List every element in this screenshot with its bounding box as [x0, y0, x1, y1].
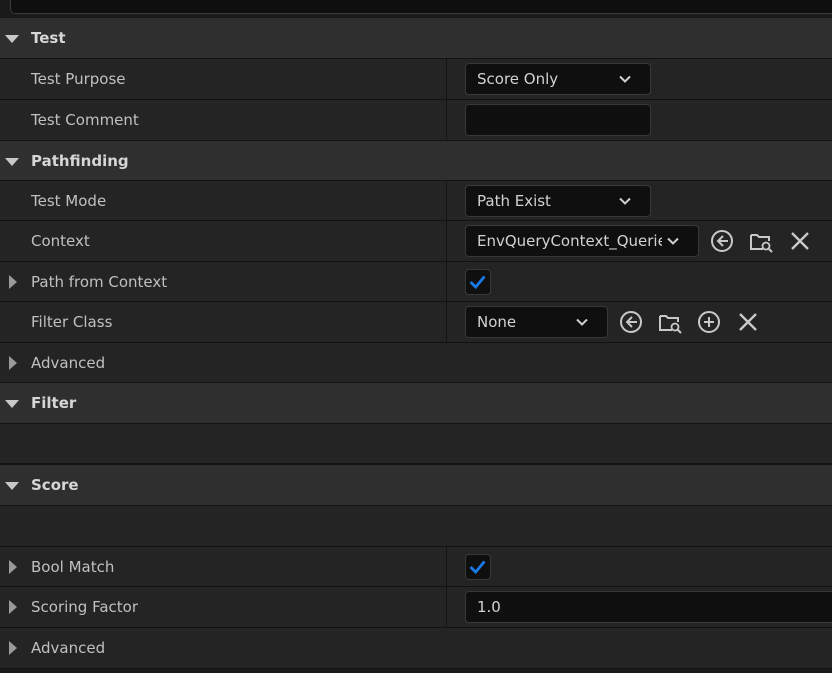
context-class-picker[interactable]: EnvQueryContext_Querier	[465, 225, 699, 257]
browse-button[interactable]	[657, 309, 683, 335]
expand-arrow-icon[interactable]	[5, 482, 19, 490]
property-label: Test Mode	[31, 191, 107, 210]
details-panel: Test Test Purpose Score Only Test Commen…	[0, 0, 832, 673]
dropdown-value: EnvQueryContext_Querier	[477, 232, 662, 250]
property-row-path-from-context: Path from Context	[0, 262, 832, 302]
clear-button[interactable]	[787, 228, 813, 254]
column-splitter[interactable]	[446, 181, 447, 220]
expand-arrow-icon[interactable]	[5, 35, 19, 43]
use-selected-button[interactable]	[618, 309, 644, 335]
category-filter[interactable]: Filter	[0, 383, 832, 424]
property-row-filter-class: Filter Class None	[0, 302, 832, 343]
expand-arrow-icon[interactable]	[9, 355, 17, 370]
browse-button[interactable]	[748, 228, 774, 254]
chevron-down-icon	[667, 237, 679, 245]
property-row-advanced[interactable]: Advanced	[0, 628, 832, 669]
plus-circle-icon	[698, 311, 720, 333]
search-input[interactable]	[10, 0, 832, 14]
category-label: Filter	[31, 394, 77, 412]
expand-arrow-icon[interactable]	[9, 274, 17, 289]
folder-search-icon	[750, 234, 773, 253]
expand-arrow-icon[interactable]	[5, 400, 19, 408]
test-purpose-dropdown[interactable]: Score Only	[465, 63, 651, 95]
category-test[interactable]: Test	[0, 18, 832, 59]
expand-arrow-icon[interactable]	[5, 157, 19, 166]
property-label: Scoring Factor	[31, 598, 138, 616]
property-row-context: Context EnvQueryContext_Querier	[0, 221, 832, 262]
checkmark-icon	[469, 560, 486, 574]
filter-class-picker[interactable]: None	[465, 306, 608, 338]
property-row-bool-match: Bool Match	[0, 547, 832, 587]
property-label: Test Purpose	[31, 70, 126, 88]
property-label: Bool Match	[31, 557, 115, 576]
chevron-down-icon	[619, 197, 631, 205]
property-row-advanced[interactable]: Advanced	[0, 343, 832, 383]
add-button[interactable]	[696, 309, 722, 335]
dropdown-value: Path Exist	[477, 191, 551, 210]
property-label: Path from Context	[31, 272, 168, 291]
filter-empty-row	[0, 424, 832, 465]
property-row-test-mode: Test Mode Path Exist	[0, 181, 832, 221]
expand-arrow-icon[interactable]	[9, 559, 17, 574]
category-score[interactable]: Score	[0, 465, 832, 506]
property-label: Advanced	[31, 639, 106, 657]
test-mode-dropdown[interactable]: Path Exist	[465, 184, 651, 217]
property-row-test-comment: Test Comment	[0, 100, 832, 141]
property-label: Advanced	[31, 353, 106, 372]
use-selected-button[interactable]	[709, 228, 735, 254]
column-splitter[interactable]	[446, 587, 447, 627]
dropdown-value: None	[477, 313, 517, 331]
test-comment-input[interactable]	[465, 104, 651, 136]
dropdown-value: Score Only	[477, 70, 559, 88]
search-bar-area	[0, 0, 832, 18]
property-row-scoring-factor: Scoring Factor 1.0	[0, 587, 832, 628]
column-splitter[interactable]	[446, 100, 447, 140]
scoring-factor-input[interactable]: 1.0	[465, 591, 832, 623]
category-pathfinding[interactable]: Pathfinding	[0, 141, 832, 181]
input-value: 1.0	[477, 598, 501, 616]
arrow-left-circle-icon	[711, 230, 733, 252]
close-icon	[739, 313, 757, 331]
chevron-down-icon	[576, 318, 588, 326]
column-splitter[interactable]	[446, 262, 447, 301]
close-icon	[791, 232, 809, 250]
category-label: Pathfinding	[31, 151, 129, 170]
column-splitter[interactable]	[446, 59, 447, 99]
path-from-context-checkbox[interactable]	[465, 268, 491, 295]
expand-arrow-icon[interactable]	[9, 641, 17, 655]
expand-arrow-icon[interactable]	[9, 600, 17, 614]
property-label: Test Comment	[31, 111, 139, 129]
category-label: Test	[31, 29, 66, 47]
checkmark-icon	[469, 275, 486, 289]
chevron-down-icon	[619, 75, 631, 83]
score-empty-row	[0, 506, 832, 547]
property-label: Context	[31, 232, 90, 250]
property-label: Filter Class	[31, 313, 113, 331]
arrow-left-circle-icon	[620, 311, 642, 333]
category-label: Score	[31, 476, 79, 494]
bool-match-checkbox[interactable]	[465, 553, 491, 580]
clear-button[interactable]	[735, 309, 761, 335]
property-row-test-purpose: Test Purpose Score Only	[0, 59, 832, 100]
column-splitter[interactable]	[446, 302, 447, 342]
folder-search-icon	[659, 315, 682, 334]
column-splitter[interactable]	[446, 547, 447, 586]
column-splitter[interactable]	[446, 221, 447, 261]
